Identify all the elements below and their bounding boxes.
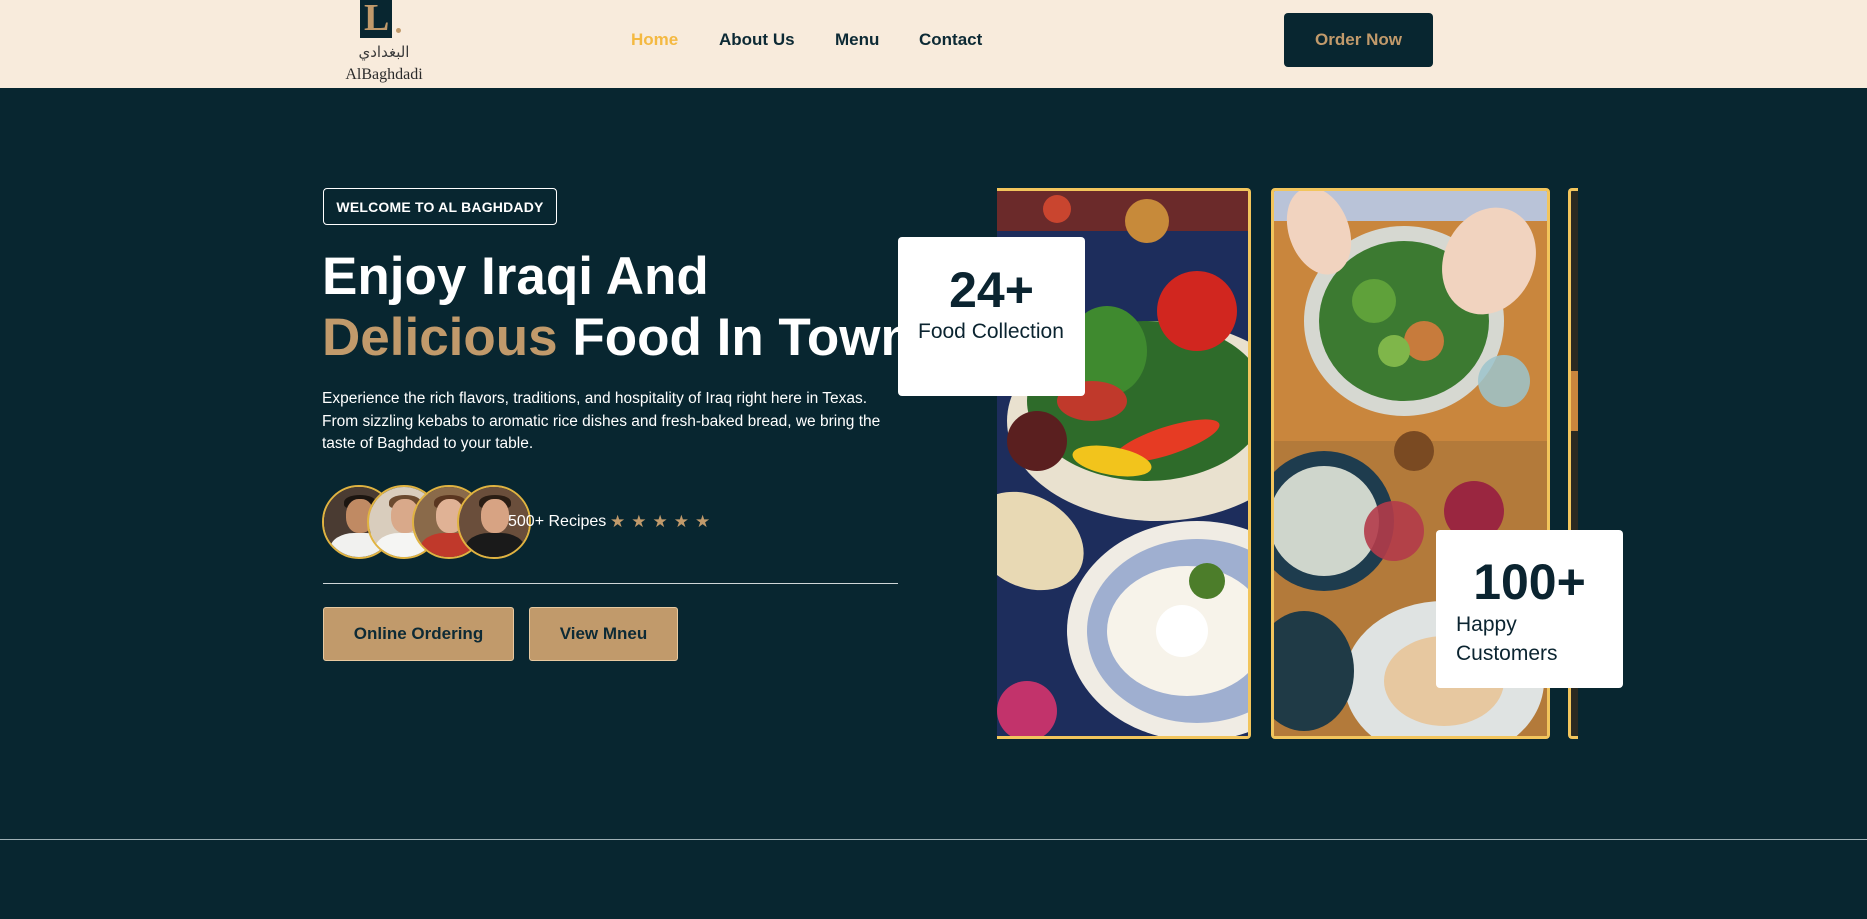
hero-title-rest: Food In Town <box>557 308 913 367</box>
stat-number: 100+ <box>1473 554 1586 610</box>
logo-arabic-text: البغدادي <box>358 43 410 61</box>
stat-label: Happy Customers <box>1456 613 1558 665</box>
star-icon: ★ <box>652 512 668 531</box>
stat-label: Food Collection <box>918 320 1064 343</box>
order-now-button[interactable]: Order Now <box>1284 13 1433 67</box>
view-menu-button[interactable]: View Mneu <box>529 607 678 661</box>
hero-title-line-2: Delicious Food In Town <box>322 307 913 368</box>
star-icon: ★ <box>610 512 626 531</box>
nav-menu[interactable]: Menu <box>835 29 879 51</box>
welcome-badge: WELCOME TO AL BAGHDADY <box>323 188 557 225</box>
site-header: L البغدادي AlBaghdadi Home About Us Menu… <box>0 0 1867 88</box>
logo-monogram: L <box>360 0 401 38</box>
star-icon: ★ <box>631 512 647 531</box>
star-icon: ★ <box>673 512 689 531</box>
hero-title-line-1: Enjoy Iraqi And <box>322 247 709 306</box>
hero-divider <box>323 583 898 584</box>
stat-food-collection: 24+ Food Collection <box>898 237 1085 396</box>
logo-latin-text: AlBaghdadi <box>345 66 423 83</box>
stat-happy-customers: 100+ Happy Customers <box>1436 530 1623 688</box>
brand-logo[interactable]: L البغدادي AlBaghdadi <box>343 0 423 88</box>
nav-home[interactable]: Home <box>631 29 678 51</box>
hero-title: Enjoy Iraqi And Delicious Food In Town <box>322 246 913 368</box>
nav-about-us[interactable]: About Us <box>719 29 795 51</box>
star-icon: ★ <box>695 512 711 531</box>
hero-description: Experience the rich flavors, traditions,… <box>322 390 881 452</box>
hero-title-accent: Delicious <box>322 308 558 367</box>
rating-stars: ★ ★ ★ ★ ★ <box>610 511 716 533</box>
stat-number: 24+ <box>949 262 1034 318</box>
nav-contact[interactable]: Contact <box>919 29 982 51</box>
recipes-count: 500+ Recipes <box>508 513 607 530</box>
section-divider <box>0 839 1867 840</box>
online-ordering-button[interactable]: Online Ordering <box>323 607 514 661</box>
